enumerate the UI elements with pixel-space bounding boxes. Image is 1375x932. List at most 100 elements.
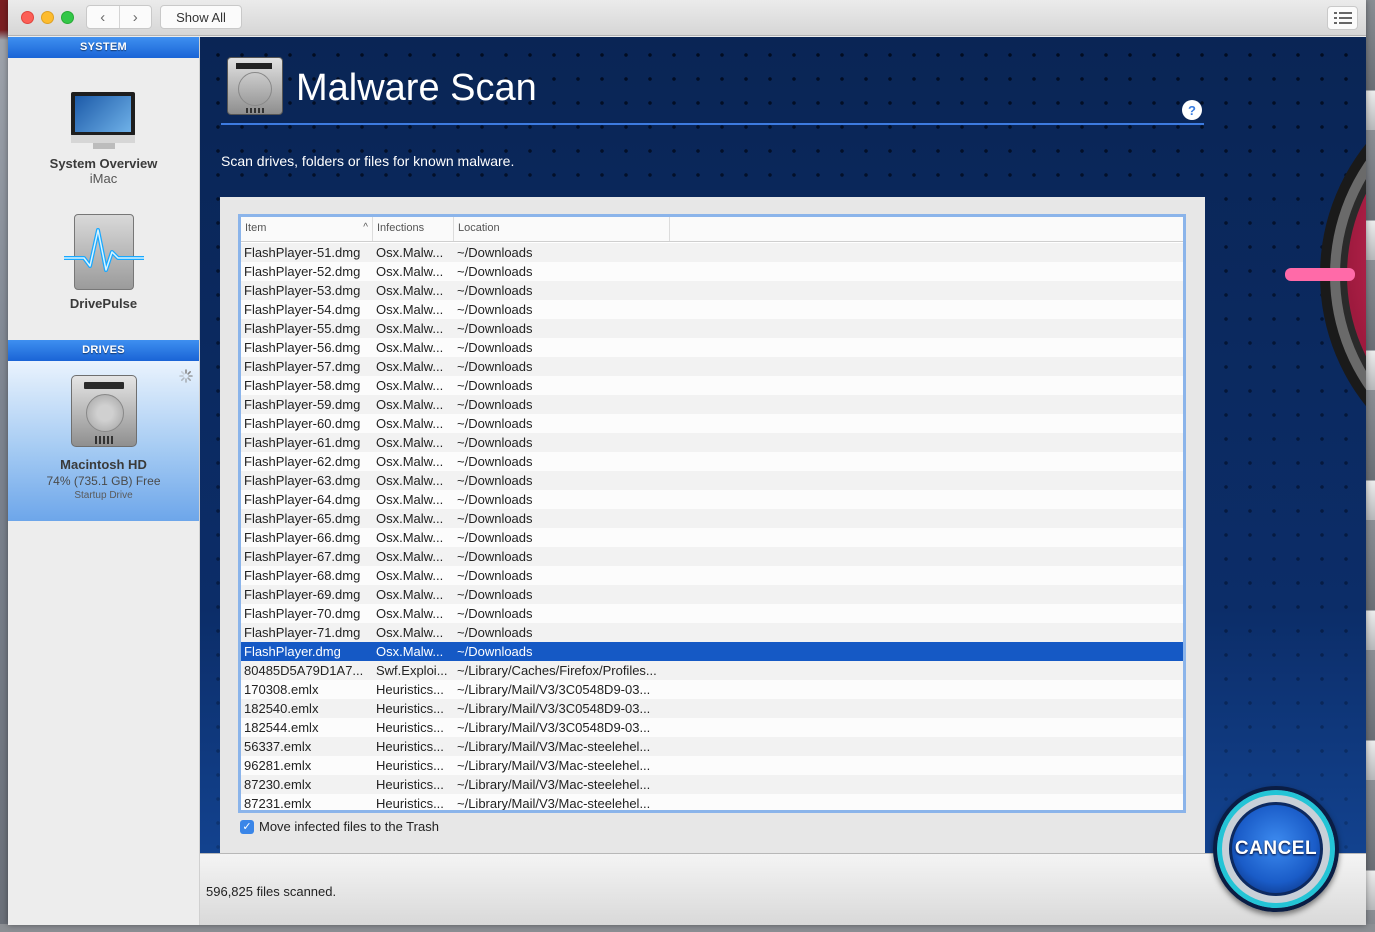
cell-item: FlashPlayer-60.dmg (244, 416, 361, 431)
cell-location: ~/Downloads (457, 511, 533, 526)
table-row[interactable]: FlashPlayer-71.dmg Osx.Malw... ~/Downloads (241, 623, 1183, 642)
cell-item: 182544.emlx (244, 720, 319, 735)
cell-infection: Swf.Exploi... (376, 663, 448, 678)
cell-item: FlashPlayer-69.dmg (244, 587, 361, 602)
cell-location: ~/Downloads (457, 264, 533, 279)
results-table[interactable]: Item ^ Infections Location FlashPlayer-5… (238, 214, 1186, 813)
scan-gauge-graphic (1285, 143, 1366, 407)
page-title: Malware Scan (296, 67, 537, 109)
help-button[interactable]: ? (1182, 100, 1202, 120)
sidebar-item-system-overview[interactable]: System Overview iMac (8, 92, 199, 186)
table-row[interactable]: FlashPlayer-59.dmg Osx.Malw... ~/Downloads (241, 395, 1183, 414)
list-view-button[interactable] (1327, 6, 1358, 30)
table-row[interactable]: FlashPlayer-65.dmg Osx.Malw... ~/Downloads (241, 509, 1183, 528)
sort-ascending-icon: ^ (363, 222, 368, 233)
cell-infection: Osx.Malw... (376, 454, 444, 469)
cell-infection: Heuristics... (376, 720, 444, 735)
column-header-infections[interactable]: Infections (373, 217, 454, 241)
cell-item: FlashPlayer-65.dmg (244, 511, 361, 526)
table-row[interactable]: FlashPlayer-57.dmg Osx.Malw... ~/Downloads (241, 357, 1183, 376)
desktop-background-bottom (0, 924, 1375, 932)
table-row[interactable]: FlashPlayer-54.dmg Osx.Malw... ~/Downloads (241, 300, 1183, 319)
show-all-button[interactable]: Show All (160, 5, 242, 29)
table-row[interactable]: FlashPlayer-53.dmg Osx.Malw... ~/Downloads (241, 281, 1183, 300)
desktop-background-left (0, 0, 8, 932)
column-header-item[interactable]: Item ^ (241, 217, 373, 241)
table-row[interactable]: 182540.emlx Heuristics... ~/Library/Mail/V… (241, 699, 1183, 718)
table-row[interactable]: 56337.emlx Heuristics... ~/Library/Mail/V3… (241, 737, 1183, 756)
table-row[interactable]: FlashPlayer-64.dmg Osx.Malw... ~/Downloads (241, 490, 1183, 509)
back-button[interactable]: ‹ (87, 6, 119, 28)
table-row[interactable]: FlashPlayer-69.dmg Osx.Malw... ~/Downloads (241, 585, 1183, 604)
cell-item: FlashPlayer-55.dmg (244, 321, 361, 336)
cell-infection: Osx.Malw... (376, 568, 444, 583)
navigation-buttons: ‹ › (86, 5, 152, 29)
table-row[interactable]: FlashPlayer-67.dmg Osx.Malw... ~/Downloads (241, 547, 1183, 566)
cell-location: ~/Downloads (457, 302, 533, 317)
cell-location: ~/Library/Caches/Firefox/Profiles... (457, 663, 657, 678)
cancel-scan-button[interactable]: CANCEL (1213, 786, 1339, 912)
table-row[interactable]: FlashPlayer.dmg Osx.Malw... ~/Downloads (241, 642, 1183, 661)
cell-location: ~/Library/Mail/V3/3C0548D9-03... (457, 720, 651, 735)
cell-location: ~/Downloads (457, 492, 533, 507)
cell-infection: Osx.Malw... (376, 378, 444, 393)
cell-infection: Heuristics... (376, 777, 444, 792)
cell-infection: Heuristics... (376, 758, 444, 773)
sidebar-item-drivepulse[interactable]: DrivePulse (8, 214, 199, 337)
close-window-button[interactable] (21, 11, 34, 24)
main-content: Malware Scan ? Scan drives, folders or f… (200, 37, 1366, 853)
table-row[interactable]: FlashPlayer-62.dmg Osx.Malw... ~/Downloads (241, 452, 1183, 471)
table-row[interactable]: FlashPlayer-51.dmg Osx.Malw... ~/Downloads (241, 243, 1183, 262)
table-row[interactable]: FlashPlayer-68.dmg Osx.Malw... ~/Downloads (241, 566, 1183, 585)
table-row[interactable]: 87230.emlx Heuristics... ~/Library/Mail/V3… (241, 775, 1183, 794)
cell-item: 170308.emlx (244, 682, 319, 697)
table-row[interactable]: FlashPlayer-56.dmg Osx.Malw... ~/Downloads (241, 338, 1183, 357)
chevron-left-icon: ‹ (100, 8, 106, 26)
cell-item: FlashPlayer-68.dmg (244, 568, 361, 583)
cell-location: ~/Downloads (457, 644, 533, 659)
question-icon: ? (1188, 102, 1196, 118)
table-row[interactable]: FlashPlayer-66.dmg Osx.Malw... ~/Downloads (241, 528, 1183, 547)
cell-item: FlashPlayer.dmg (244, 644, 341, 659)
move-to-trash-checkbox[interactable]: ✓ (240, 819, 254, 834)
move-to-trash-label: Move infected files to the Trash (259, 819, 439, 834)
table-row[interactable]: 170308.emlx Heuristics... ~/Library/Mail/V… (241, 680, 1183, 699)
cell-infection: Osx.Malw... (376, 511, 444, 526)
cell-location: ~/Library/Mail/V3/Mac-steelehel... (457, 777, 651, 792)
cell-infection: Osx.Malw... (376, 644, 444, 659)
results-panel: Item ^ Infections Location FlashPlayer-5… (220, 197, 1205, 853)
table-row[interactable]: 96281.emlx Heuristics... ~/Library/Mail/V3… (241, 756, 1183, 775)
drive-free-space: 74% (735.1 GB) Free (46, 474, 161, 488)
drive-name: Macintosh HD (60, 457, 147, 472)
forward-button[interactable]: › (118, 6, 152, 28)
sidebar-item-label: DrivePulse (69, 296, 138, 311)
column-header-location[interactable]: Location (454, 217, 670, 241)
table-row[interactable]: FlashPlayer-63.dmg Osx.Malw... ~/Downloads (241, 471, 1183, 490)
table-row[interactable]: FlashPlayer-60.dmg Osx.Malw... ~/Downloads (241, 414, 1183, 433)
cell-infection: Osx.Malw... (376, 473, 444, 488)
zoom-window-button[interactable] (61, 11, 74, 24)
cell-infection: Osx.Malw... (376, 435, 444, 450)
table-row[interactable]: 87231.emlx Heuristics... ~/Library/Mail/V3… (241, 794, 1183, 810)
cell-item: 96281.emlx (244, 758, 312, 773)
drives-section-header: DRIVES (8, 340, 199, 361)
malware-scan-drive-icon (227, 57, 283, 115)
table-row[interactable]: FlashPlayer-58.dmg Osx.Malw... ~/Downloads (241, 376, 1183, 395)
minimize-window-button[interactable] (41, 11, 54, 24)
cell-item: 182540.emlx (244, 701, 319, 716)
sidebar-item-macintosh-hd[interactable]: Macintosh HD 74% (735.1 GB) Free Startup… (8, 361, 199, 521)
cell-location: ~/Downloads (457, 359, 533, 374)
status-bar: 596,825 files scanned. (200, 853, 1366, 925)
cell-infection: Osx.Malw... (376, 302, 444, 317)
files-scanned-status: 596,825 files scanned. (206, 884, 337, 899)
app-window: ‹ › Show All SYSTEM System Overview iMac (8, 0, 1366, 925)
table-row[interactable]: FlashPlayer-61.dmg Osx.Malw... ~/Downloads (241, 433, 1183, 452)
table-row[interactable]: FlashPlayer-70.dmg Osx.Malw... ~/Downloads (241, 604, 1183, 623)
table-row[interactable]: FlashPlayer-55.dmg Osx.Malw... ~/Downloads (241, 319, 1183, 338)
cell-infection: Osx.Malw... (376, 606, 444, 621)
move-to-trash-option[interactable]: ✓ Move infected files to the Trash (240, 819, 439, 834)
table-row[interactable]: 182544.emlx Heuristics... ~/Library/Mail/V… (241, 718, 1183, 737)
cell-item: 80485D5A79D1A7... (244, 663, 364, 678)
table-row[interactable]: FlashPlayer-52.dmg Osx.Malw... ~/Downloads (241, 262, 1183, 281)
table-row[interactable]: 80485D5A79D1A7... Swf.Exploi... ~/Library/… (241, 661, 1183, 680)
